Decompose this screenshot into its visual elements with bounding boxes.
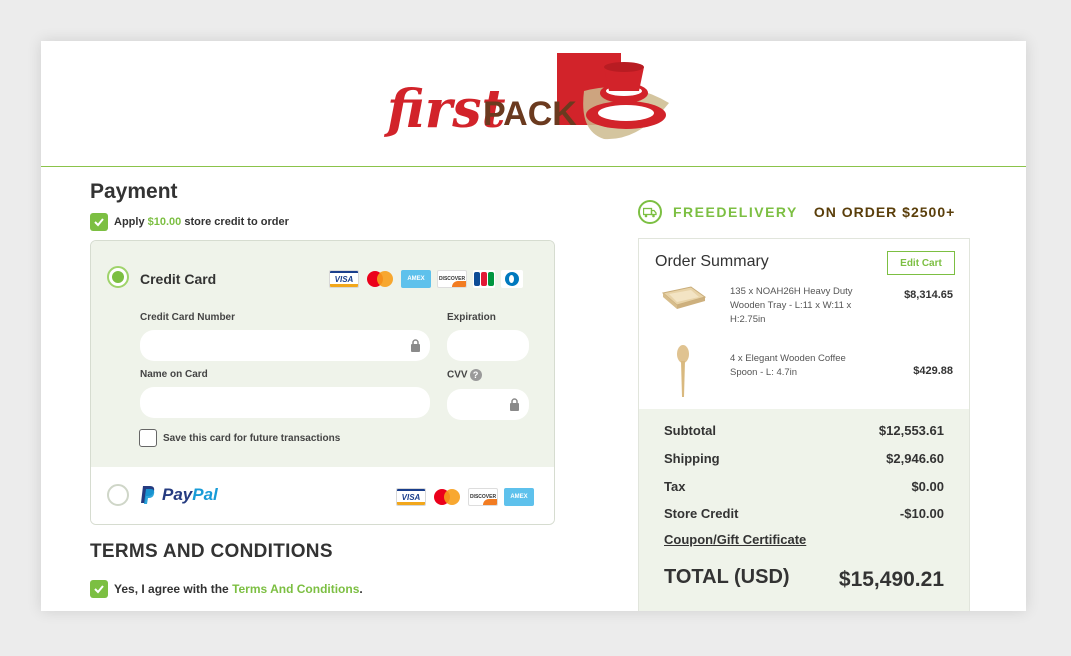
item-price: $429.88 [913, 365, 953, 377]
order-summary: Order Summary Edit Cart 135 x NOAH26H He… [638, 238, 970, 611]
credit-card-section: Credit Card VISA AMEX DISCOVER Credit Ca… [91, 241, 554, 467]
total-label: TOTAL (USD) [664, 566, 790, 588]
terms-title: TERMS AND CONDITIONS [90, 541, 333, 562]
store-credit-value: -$10.00 [899, 506, 944, 521]
cvv-label: CVV [447, 369, 468, 381]
expiration-label: Expiration [447, 312, 496, 323]
firstpack-logo[interactable]: first PACK [379, 51, 689, 159]
cvv-label-row: CVV? [447, 369, 482, 381]
visa-icon: VISA [329, 270, 359, 288]
store-credit-suffix: store credit to order [184, 216, 289, 228]
terms-checkbox[interactable] [90, 580, 108, 598]
tax-value: $0.00 [911, 479, 944, 494]
shipping-value: $2,946.60 [886, 451, 944, 466]
paypal-logo[interactable]: Pay Pal [140, 485, 218, 505]
accepted-cards: VISA AMEX DISCOVER [329, 270, 529, 288]
item-price: $8,314.65 [904, 289, 953, 301]
store-credit-prefix: Apply [114, 216, 145, 228]
item-description: 135 x NOAH26H Heavy Duty Wooden Tray - L… [730, 286, 853, 325]
wooden-spoon-image [677, 345, 689, 397]
site-header: first PACK [41, 41, 1026, 167]
amex-icon: AMEX [504, 488, 534, 506]
checkout-page: first PACK Payment Apply $10.00 store cr… [41, 41, 1026, 611]
terms-agree-suffix: . [359, 582, 363, 596]
cvv-field[interactable] [447, 389, 529, 420]
paypal-text-pay: Pay [162, 485, 193, 504]
name-on-card-field[interactable] [140, 387, 430, 418]
name-on-card-input[interactable] [140, 387, 430, 418]
card-number-input[interactable] [140, 330, 430, 361]
store-credit-checkbox[interactable] [90, 213, 108, 231]
amex-icon: AMEX [401, 270, 431, 288]
order-totals: Subtotal $12,553.61 Shipping $2,946.60 Tax… [639, 409, 969, 611]
store-credit-row[interactable]: Apply $10.00 store credit to order [90, 213, 289, 231]
jcb-icon [473, 270, 495, 288]
item-description: 4 x Elegant Wooden Coffee Spoon - L: 4.7… [730, 353, 846, 378]
credit-card-label: Credit Card [140, 271, 217, 287]
wooden-tray-image [661, 286, 707, 309]
paypal-icon [141, 486, 155, 504]
paypal-accepted-cards: VISA DISCOVER AMEX [396, 488, 540, 506]
store-credit-amount: $10.00 [147, 216, 182, 228]
expiration-field[interactable] [447, 330, 529, 361]
edit-cart-button[interactable]: Edit Cart [887, 251, 955, 275]
free-delivery-threshold: ON ORDER $2500+ [813, 204, 956, 220]
subtotal-label: Subtotal [664, 423, 716, 438]
coupon-link[interactable]: Coupon/Gift Certificate [664, 532, 806, 547]
tax-row: Tax $0.00 [664, 479, 944, 494]
paypal-text-pal: Pal [192, 485, 218, 504]
store-credit-row: Store Credit -$10.00 [664, 506, 944, 521]
paypal-section: Pay Pal VISA DISCOVER AMEX [91, 467, 554, 524]
shipping-row: Shipping $2,946.60 [664, 451, 944, 466]
terms-agree-prefix: Yes, I agree with the [114, 582, 229, 596]
checkmark-icon [94, 585, 104, 594]
discover-icon: DISCOVER [437, 270, 467, 288]
save-card-checkbox[interactable] [139, 429, 157, 447]
truck-icon [638, 200, 662, 224]
logo-block-text: PACK [483, 95, 577, 133]
lock-icon [411, 339, 420, 352]
expiration-input[interactable] [447, 330, 529, 361]
free-delivery-text: FREEDELIVERY [673, 204, 798, 220]
lock-icon [510, 398, 519, 411]
help-icon[interactable]: ? [469, 369, 482, 381]
card-number-field[interactable] [140, 330, 430, 361]
diners-club-icon [501, 270, 523, 288]
order-items: Order Summary Edit Cart 135 x NOAH26H He… [639, 239, 969, 409]
discover-icon: DISCOVER [468, 488, 498, 506]
mastercard-icon [432, 488, 462, 506]
terms-link[interactable]: Terms And Conditions [232, 582, 359, 596]
total-value: $15,490.21 [838, 568, 944, 591]
checkmark-icon [94, 218, 104, 227]
shipping-label: Shipping [664, 451, 720, 466]
card-number-label: Credit Card Number [140, 312, 236, 323]
tax-label: Tax [664, 479, 686, 494]
store-credit-label: Store Credit [664, 506, 739, 521]
subtotal-value: $12,553.61 [878, 423, 944, 438]
visa-icon: VISA [396, 488, 426, 506]
payment-methods-box: Credit Card VISA AMEX DISCOVER Credit Ca… [90, 240, 555, 525]
name-on-card-label: Name on Card [140, 369, 208, 380]
payment-title: Payment [90, 180, 178, 203]
credit-card-radio[interactable] [107, 266, 129, 288]
mastercard-icon [365, 270, 395, 288]
terms-agree-row[interactable]: Yes, I agree with the Terms And Conditio… [90, 580, 363, 598]
save-card-label: Save this card for future transactions [163, 432, 341, 444]
subtotal-row: Subtotal $12,553.61 [664, 423, 944, 438]
paypal-radio[interactable] [107, 484, 129, 506]
save-card-row[interactable]: Save this card for future transactions [139, 429, 340, 447]
free-delivery-banner: FREEDELIVERY ON ORDER $2500+ [638, 200, 955, 224]
order-summary-title: Order Summary [655, 253, 769, 270]
